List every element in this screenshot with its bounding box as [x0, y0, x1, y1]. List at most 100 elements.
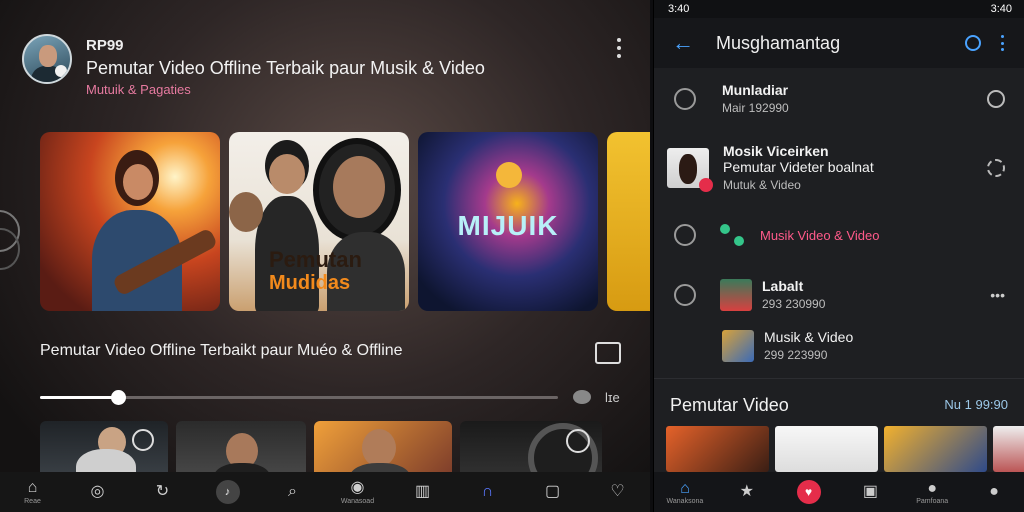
list-item-title: Musik & Video: [764, 329, 854, 345]
share-icon: [720, 222, 746, 248]
progress-handle[interactable]: [110, 390, 126, 405]
heart-icon: ♡: [610, 483, 625, 500]
card-title: Pemutan: [269, 247, 362, 272]
nav-item-home[interactable]: ⌂ Wanaksona: [660, 480, 710, 505]
music-icon: ♪: [215, 480, 240, 504]
video-thumbnail[interactable]: [993, 426, 1024, 472]
more-options-icon[interactable]: [612, 38, 626, 58]
equalizer-icon: [674, 87, 696, 110]
refresh-icon: ↻: [155, 483, 170, 500]
section-title: Pemutar Video: [670, 395, 789, 415]
featured-card[interactable]: [40, 132, 220, 311]
divider: [654, 378, 1024, 379]
more-options-icon[interactable]: •••: [990, 287, 1005, 303]
list-item-title-2: Pemutar Videter boalnat: [723, 159, 874, 175]
more-options-icon[interactable]: [1001, 35, 1005, 51]
duration-label: lɪe: [605, 390, 620, 405]
nav-item-search[interactable]: ⌕: [263, 483, 323, 501]
section-meta: Nu 1 99:90: [944, 397, 1008, 412]
status-right: 3:40: [990, 3, 1012, 15]
list-item-title: Mosik Viceirken: [723, 143, 829, 159]
compass-icon: ◉: [350, 479, 365, 496]
now-playing-title: Pemutar Video Offline Terbaikt paur Muéo…: [40, 342, 403, 359]
nav-item-person[interactable]: ●: [969, 483, 1019, 501]
app-root: RP99 Pemutar Video Offline Terbaik paur …: [0, 0, 1024, 512]
list-item[interactable]: Musik Video & Video: [654, 222, 1024, 248]
list-item-title: Munladiar: [722, 82, 789, 98]
bottom-nav: ⌂ Reae ◎ ↻ ♪ ⌕ ◉ Wanasoad ▥ ∩ ▢ ♡: [0, 472, 650, 512]
list-item-subtitle: Mair 192990: [722, 101, 789, 115]
video-grid: [666, 426, 1024, 472]
card-title: MIJUIK: [457, 210, 559, 241]
nav-item-square[interactable]: ▢: [523, 483, 583, 501]
list-item-title: Labalt: [762, 278, 804, 294]
nav-item-home[interactable]: ⌂ Reae: [3, 479, 63, 505]
clock-icon: [674, 283, 696, 306]
subtitle: Mutuik & Pagaties: [86, 82, 191, 97]
headphones-icon: ◎: [90, 483, 105, 500]
list-item-subtitle: 299 223990: [764, 348, 828, 362]
nav-item-heart[interactable]: ♡: [588, 483, 648, 501]
sync-icon[interactable]: [987, 158, 1005, 177]
featured-card[interactable]: Pemutan Mudidas: [229, 132, 409, 311]
square-icon: ▢: [544, 483, 561, 500]
nav-item-play[interactable]: ♥: [784, 480, 834, 504]
list-item[interactable]: Mosik Viceirken Pemutar Videter boalnat …: [654, 143, 1024, 192]
video-thumbnail[interactable]: [884, 426, 987, 472]
status-bar: 3:40 3:40: [654, 0, 1024, 18]
profile-icon[interactable]: [987, 89, 1005, 108]
featured-carousel: Pemutan Mudidas MIJUIK: [40, 132, 650, 311]
home-icon: ⌂: [680, 479, 690, 497]
app-bar: ← Musghamantag: [654, 18, 1024, 68]
stopwatch-icon: [674, 224, 696, 246]
list-item-thumbnail: [667, 147, 713, 192]
nav-item-square[interactable]: ▣: [845, 483, 895, 501]
nav-item-library[interactable]: ▥: [393, 483, 453, 501]
list-item-subtitle: 293 230990: [762, 297, 826, 311]
list-item[interactable]: Musik & Video 299 223990: [654, 329, 1024, 362]
square-icon: ▣: [862, 483, 878, 500]
back-arrow-icon[interactable]: ←: [672, 30, 694, 56]
list-item-subtitle: Mutuk & Video: [723, 178, 801, 192]
library-icon: ▥: [414, 483, 431, 500]
status-time: 3:40: [668, 3, 690, 15]
player-pane: RP99 Pemutar Video Offline Terbaik paur …: [0, 0, 650, 512]
list-item[interactable]: Labalt 293 230990 •••: [654, 278, 1024, 311]
nav-label: Pamfoana: [916, 497, 949, 505]
visibility-icon[interactable]: [573, 390, 591, 404]
username: RP99: [86, 37, 124, 54]
app-bar-title: Musghamantag: [716, 32, 841, 53]
caption-icon[interactable]: [595, 342, 621, 364]
list-item-title: Musik Video & Video: [760, 227, 880, 243]
bottom-nav: ⌂ Wanaksona ★ ♥ ▣ ● Pamfoana ●: [654, 472, 1024, 512]
card-subtitle: Mudidas: [269, 272, 351, 294]
video-thumbnail[interactable]: [775, 426, 878, 472]
star-icon: ★: [739, 483, 754, 500]
video-thumbnail[interactable]: [666, 426, 769, 472]
nav-item-headphones[interactable]: ◎: [68, 483, 128, 501]
nav-label: Wanasoad: [340, 498, 375, 505]
nav-label: Wanaksona: [666, 497, 704, 505]
featured-card[interactable]: [607, 132, 650, 311]
nav-item-compass[interactable]: ◉ Wanasoad: [328, 479, 388, 505]
list-item-thumbnail: [722, 329, 754, 362]
search-icon[interactable]: [965, 35, 981, 51]
record-icon: ●: [927, 479, 938, 497]
library-pane: 3:40 3:40 ← Musghamantag Munladiar Mair …: [653, 0, 1024, 512]
profile-header: RP99 Pemutar Video Offline Terbaik paur …: [22, 34, 485, 97]
list-item[interactable]: Munladiar Mair 192990: [654, 82, 1024, 115]
nav-item-refresh[interactable]: ↻: [133, 483, 193, 501]
nav-item-music[interactable]: ♪: [198, 480, 258, 504]
play-icon: ♥: [796, 480, 821, 504]
featured-card[interactable]: MIJUIK: [418, 132, 598, 311]
avatar[interactable]: [22, 34, 72, 84]
nav-item-headset[interactable]: ∩: [458, 483, 518, 501]
person-icon: ●: [989, 483, 999, 500]
nav-label: Reae: [24, 498, 41, 505]
nav-item-star[interactable]: ★: [722, 483, 772, 501]
nav-item-record[interactable]: ● Pamfoana: [907, 480, 957, 505]
progress-bar[interactable]: [40, 390, 558, 405]
home-icon: ⌂: [27, 479, 38, 496]
headset-icon: ∩: [481, 483, 494, 500]
search-icon: ⌕: [288, 483, 297, 500]
